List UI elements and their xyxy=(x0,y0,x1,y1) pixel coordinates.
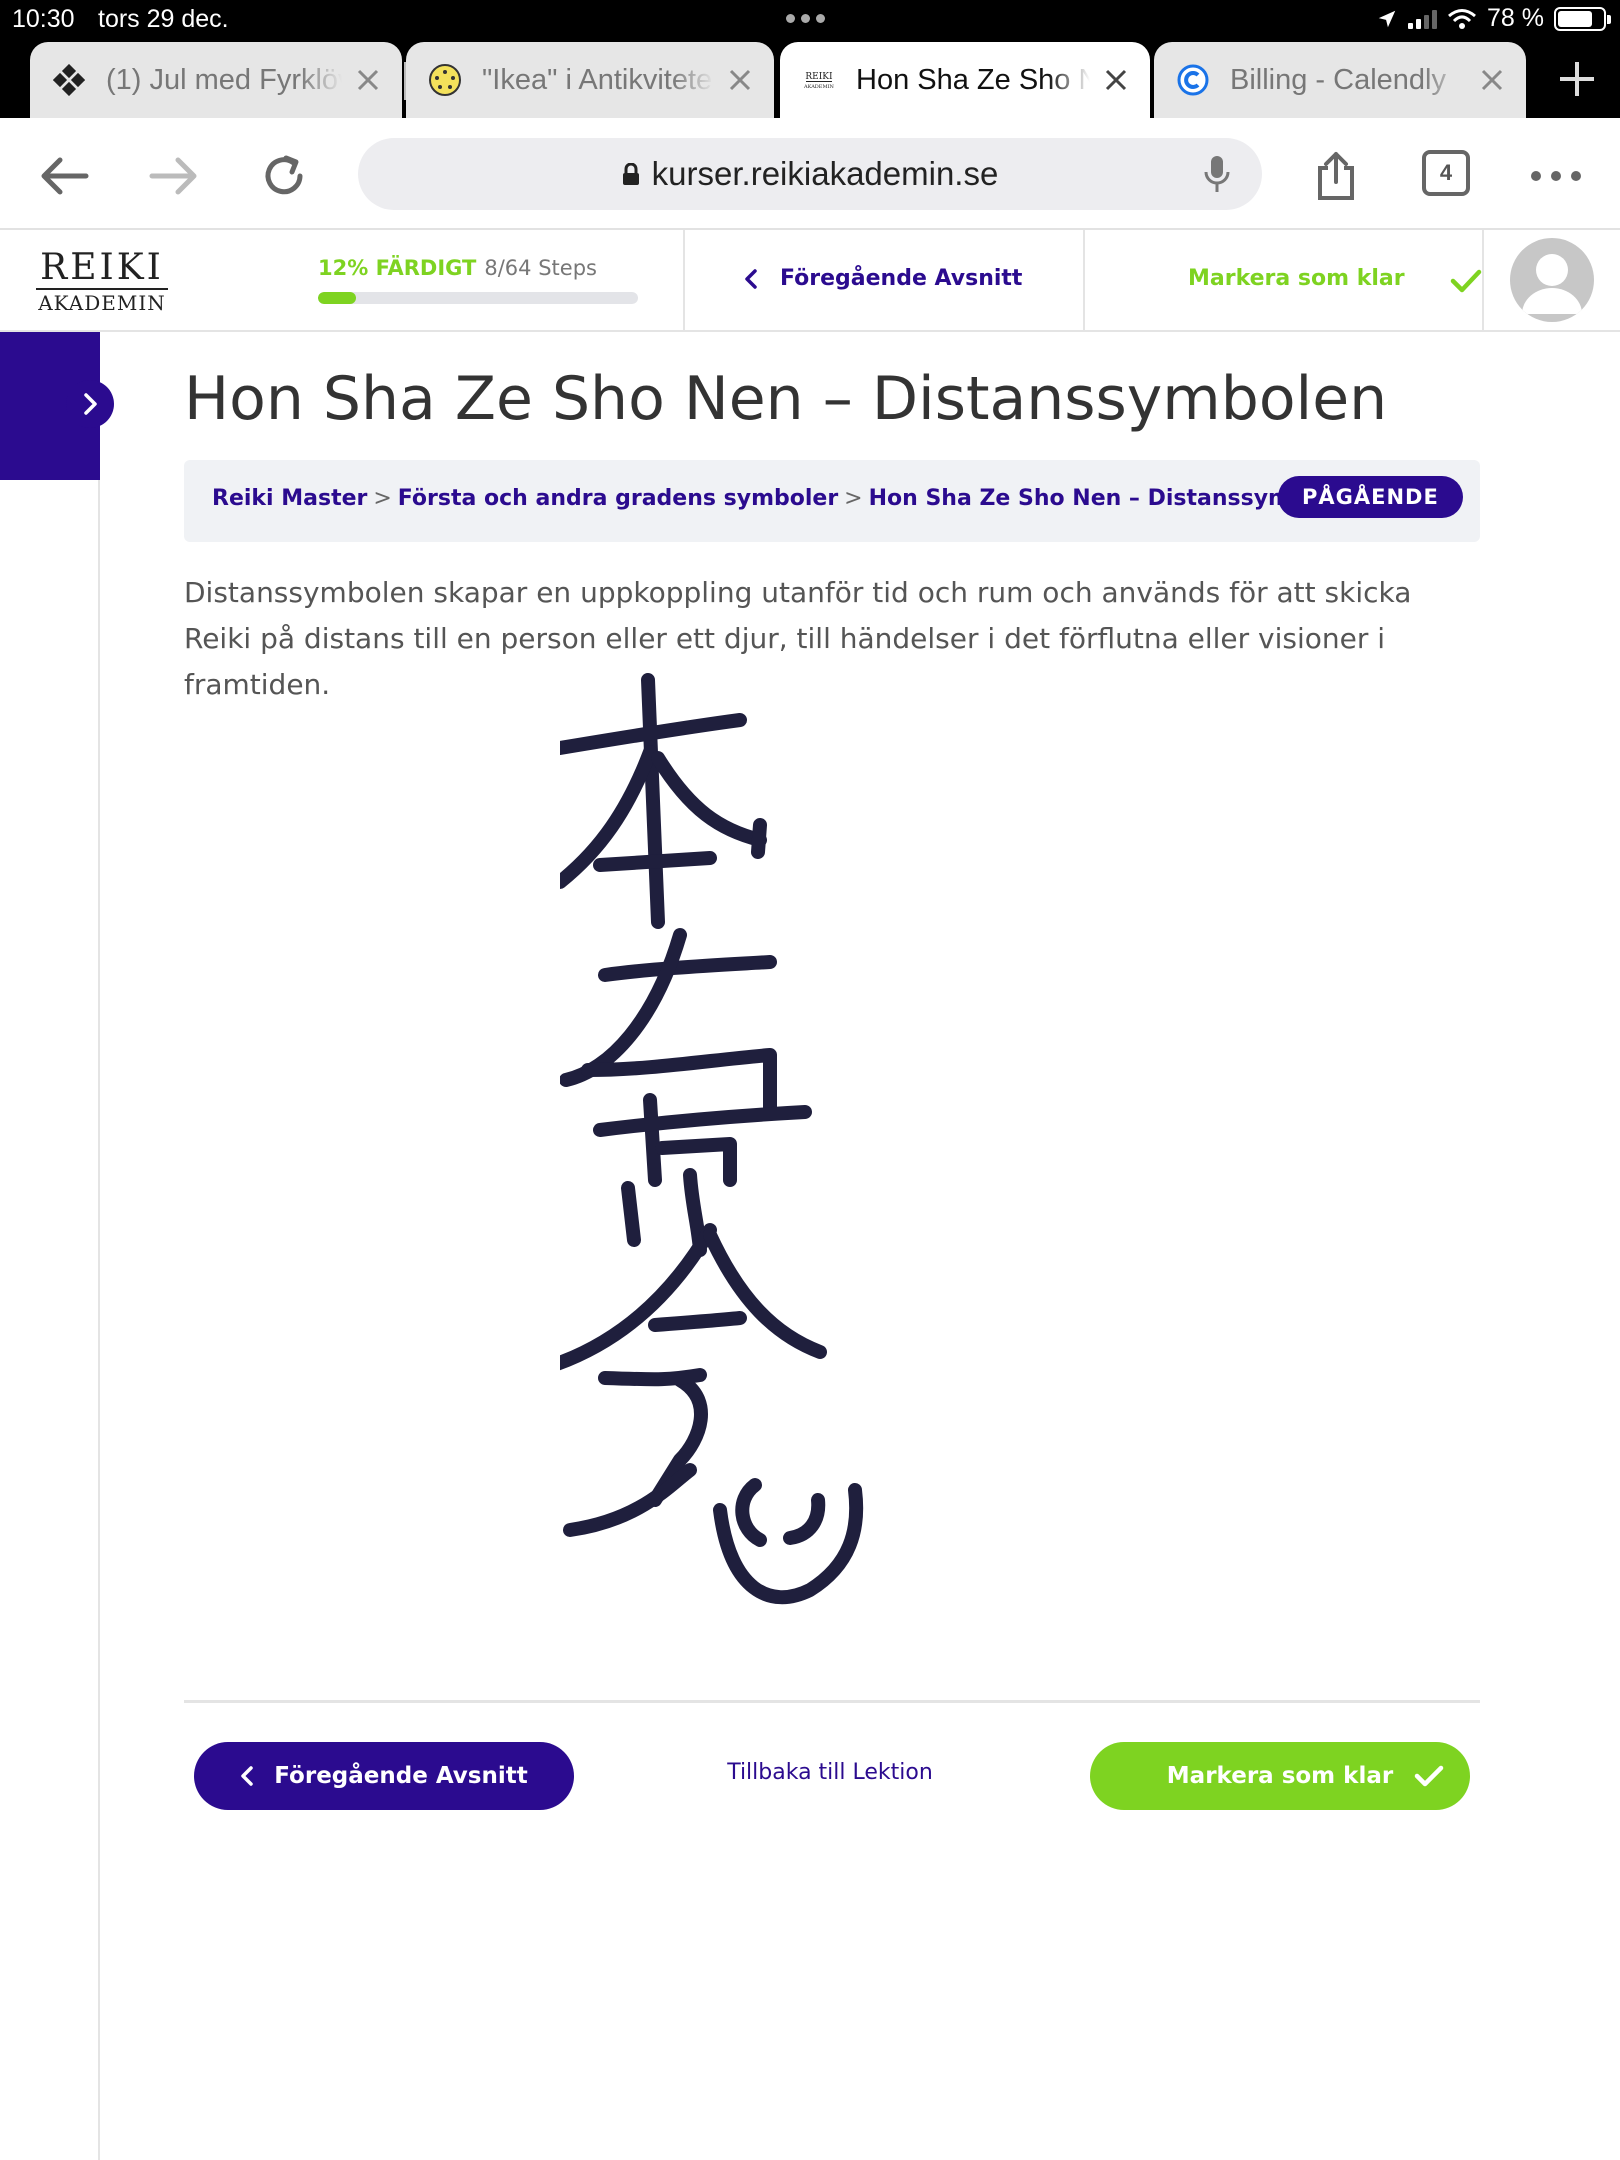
checkmark-icon xyxy=(1414,1765,1444,1787)
tab-title: Billing - Calendly xyxy=(1230,63,1446,96)
progress-bar xyxy=(318,292,638,304)
breadcrumb-link-course[interactable]: Reiki Master xyxy=(212,486,367,511)
tab-title: Hon Sha Ze Sho Nen xyxy=(856,63,1090,96)
close-tab-icon[interactable] xyxy=(1096,60,1136,100)
course-progress: 12% FÄRDIGT 8/64 Steps xyxy=(318,256,638,304)
close-tab-icon[interactable] xyxy=(720,60,760,100)
browser-toolbar: kurser.reikiakademin.se 4 xyxy=(0,118,1620,230)
chevron-left-icon xyxy=(241,1766,254,1786)
address-bar[interactable]: kurser.reikiakademin.se xyxy=(358,138,1262,210)
header-mark-complete-button[interactable]: Markera som klar xyxy=(1188,266,1405,291)
tab-title: "Ikea" i Antikviteter xyxy=(482,63,714,96)
previous-lesson-label: Föregående Avsnitt xyxy=(274,1763,528,1789)
diamond-icon xyxy=(52,63,86,97)
breadcrumb-separator: > xyxy=(844,486,863,511)
svg-text:REIKI: REIKI xyxy=(805,72,833,82)
microphone-icon[interactable] xyxy=(1202,154,1232,194)
browser-tab-2[interactable]: "Ikea" i Antikviteter xyxy=(406,42,774,118)
breadcrumb: Reiki Master > Första och andra gradens sy… xyxy=(184,460,1480,542)
browser-tab-1[interactable]: (1) Jul med Fyrklöver xyxy=(30,42,402,118)
more-options-icon[interactable] xyxy=(1528,148,1584,204)
page-title: Hon Sha Ze Sho Nen – Distanssymbolen xyxy=(184,364,1388,434)
divider xyxy=(184,1700,1480,1703)
tab-count-button[interactable]: 4 xyxy=(1422,150,1470,196)
back-to-lesson-link[interactable]: Tillbaka till Lektion xyxy=(700,1760,960,1785)
progress-percent: 12% FÄRDIGT xyxy=(318,256,477,280)
location-icon xyxy=(1378,10,1396,27)
reload-icon[interactable] xyxy=(256,148,312,204)
status-date: tors 29 dec. xyxy=(98,5,229,33)
tab-title: (1) Jul med Fyrklöver xyxy=(106,63,342,96)
tab-count: 4 xyxy=(1439,160,1453,185)
chevron-right-icon[interactable] xyxy=(66,380,114,428)
share-icon[interactable] xyxy=(1308,148,1364,204)
new-tab-plus-icon[interactable] xyxy=(1556,58,1598,100)
cellular-signal-icon xyxy=(1408,9,1438,29)
smiley-icon xyxy=(428,63,462,97)
wifi-icon xyxy=(1448,8,1476,29)
close-tab-icon[interactable] xyxy=(1472,60,1512,100)
battery-percent: 78 % xyxy=(1487,4,1544,32)
logo-line-2: AKADEMIN xyxy=(38,291,166,315)
status-badge: PÅGÅENDE xyxy=(1278,476,1463,518)
reiki-favicon: REIKI AKADEMIN xyxy=(802,63,836,97)
breadcrumb-separator: > xyxy=(373,486,392,511)
hon-sha-ze-sho-nen-symbol-image xyxy=(560,673,864,1605)
sidebar-toggle[interactable] xyxy=(0,332,114,480)
browser-tab-4[interactable]: Billing - Calendly xyxy=(1154,42,1526,118)
user-avatar[interactable] xyxy=(1510,238,1594,322)
header-previous-lesson-link[interactable]: Föregående Avsnitt xyxy=(744,266,1022,291)
previous-lesson-button[interactable]: Föregående Avsnitt xyxy=(194,1742,574,1810)
checkmark-icon[interactable] xyxy=(1450,268,1482,294)
mark-complete-label: Markera som klar xyxy=(1166,1763,1394,1789)
chevron-left-icon xyxy=(745,268,757,289)
tab-strip: (1) Jul med Fyrklöver "Ikea" i Antikvite… xyxy=(0,40,1620,118)
battery-icon xyxy=(1554,6,1611,31)
lock-icon xyxy=(622,163,639,185)
status-bar: 10:30 tors 29 dec. 78 % xyxy=(0,0,1620,40)
svg-text:AKADEMIN: AKADEMIN xyxy=(803,84,835,90)
browser-tab-3-active[interactable]: REIKI AKADEMIN Hon Sha Ze Sho Nen xyxy=(780,42,1150,118)
header-prev-label: Föregående Avsnitt xyxy=(780,266,1023,291)
forward-arrow-icon[interactable] xyxy=(146,148,202,204)
close-tab-icon[interactable] xyxy=(348,60,388,100)
mark-complete-button[interactable]: Markera som klar xyxy=(1090,1742,1470,1810)
course-header: REIKI AKADEMIN 12% FÄRDIGT 8/64 Steps För… xyxy=(0,230,1620,332)
calendly-icon xyxy=(1176,63,1210,97)
status-time: 10:30 xyxy=(12,5,75,33)
back-arrow-icon[interactable] xyxy=(36,148,92,204)
multitasking-dots[interactable] xyxy=(786,14,825,23)
reiki-akademin-logo[interactable]: REIKI AKADEMIN xyxy=(32,250,172,314)
url-text: kurser.reikiakademin.se xyxy=(651,155,999,192)
breadcrumb-link-lesson[interactable]: Första och andra gradens symboler xyxy=(398,486,838,511)
progress-steps: 8/64 Steps xyxy=(484,256,597,280)
logo-line-1: REIKI xyxy=(40,247,164,288)
